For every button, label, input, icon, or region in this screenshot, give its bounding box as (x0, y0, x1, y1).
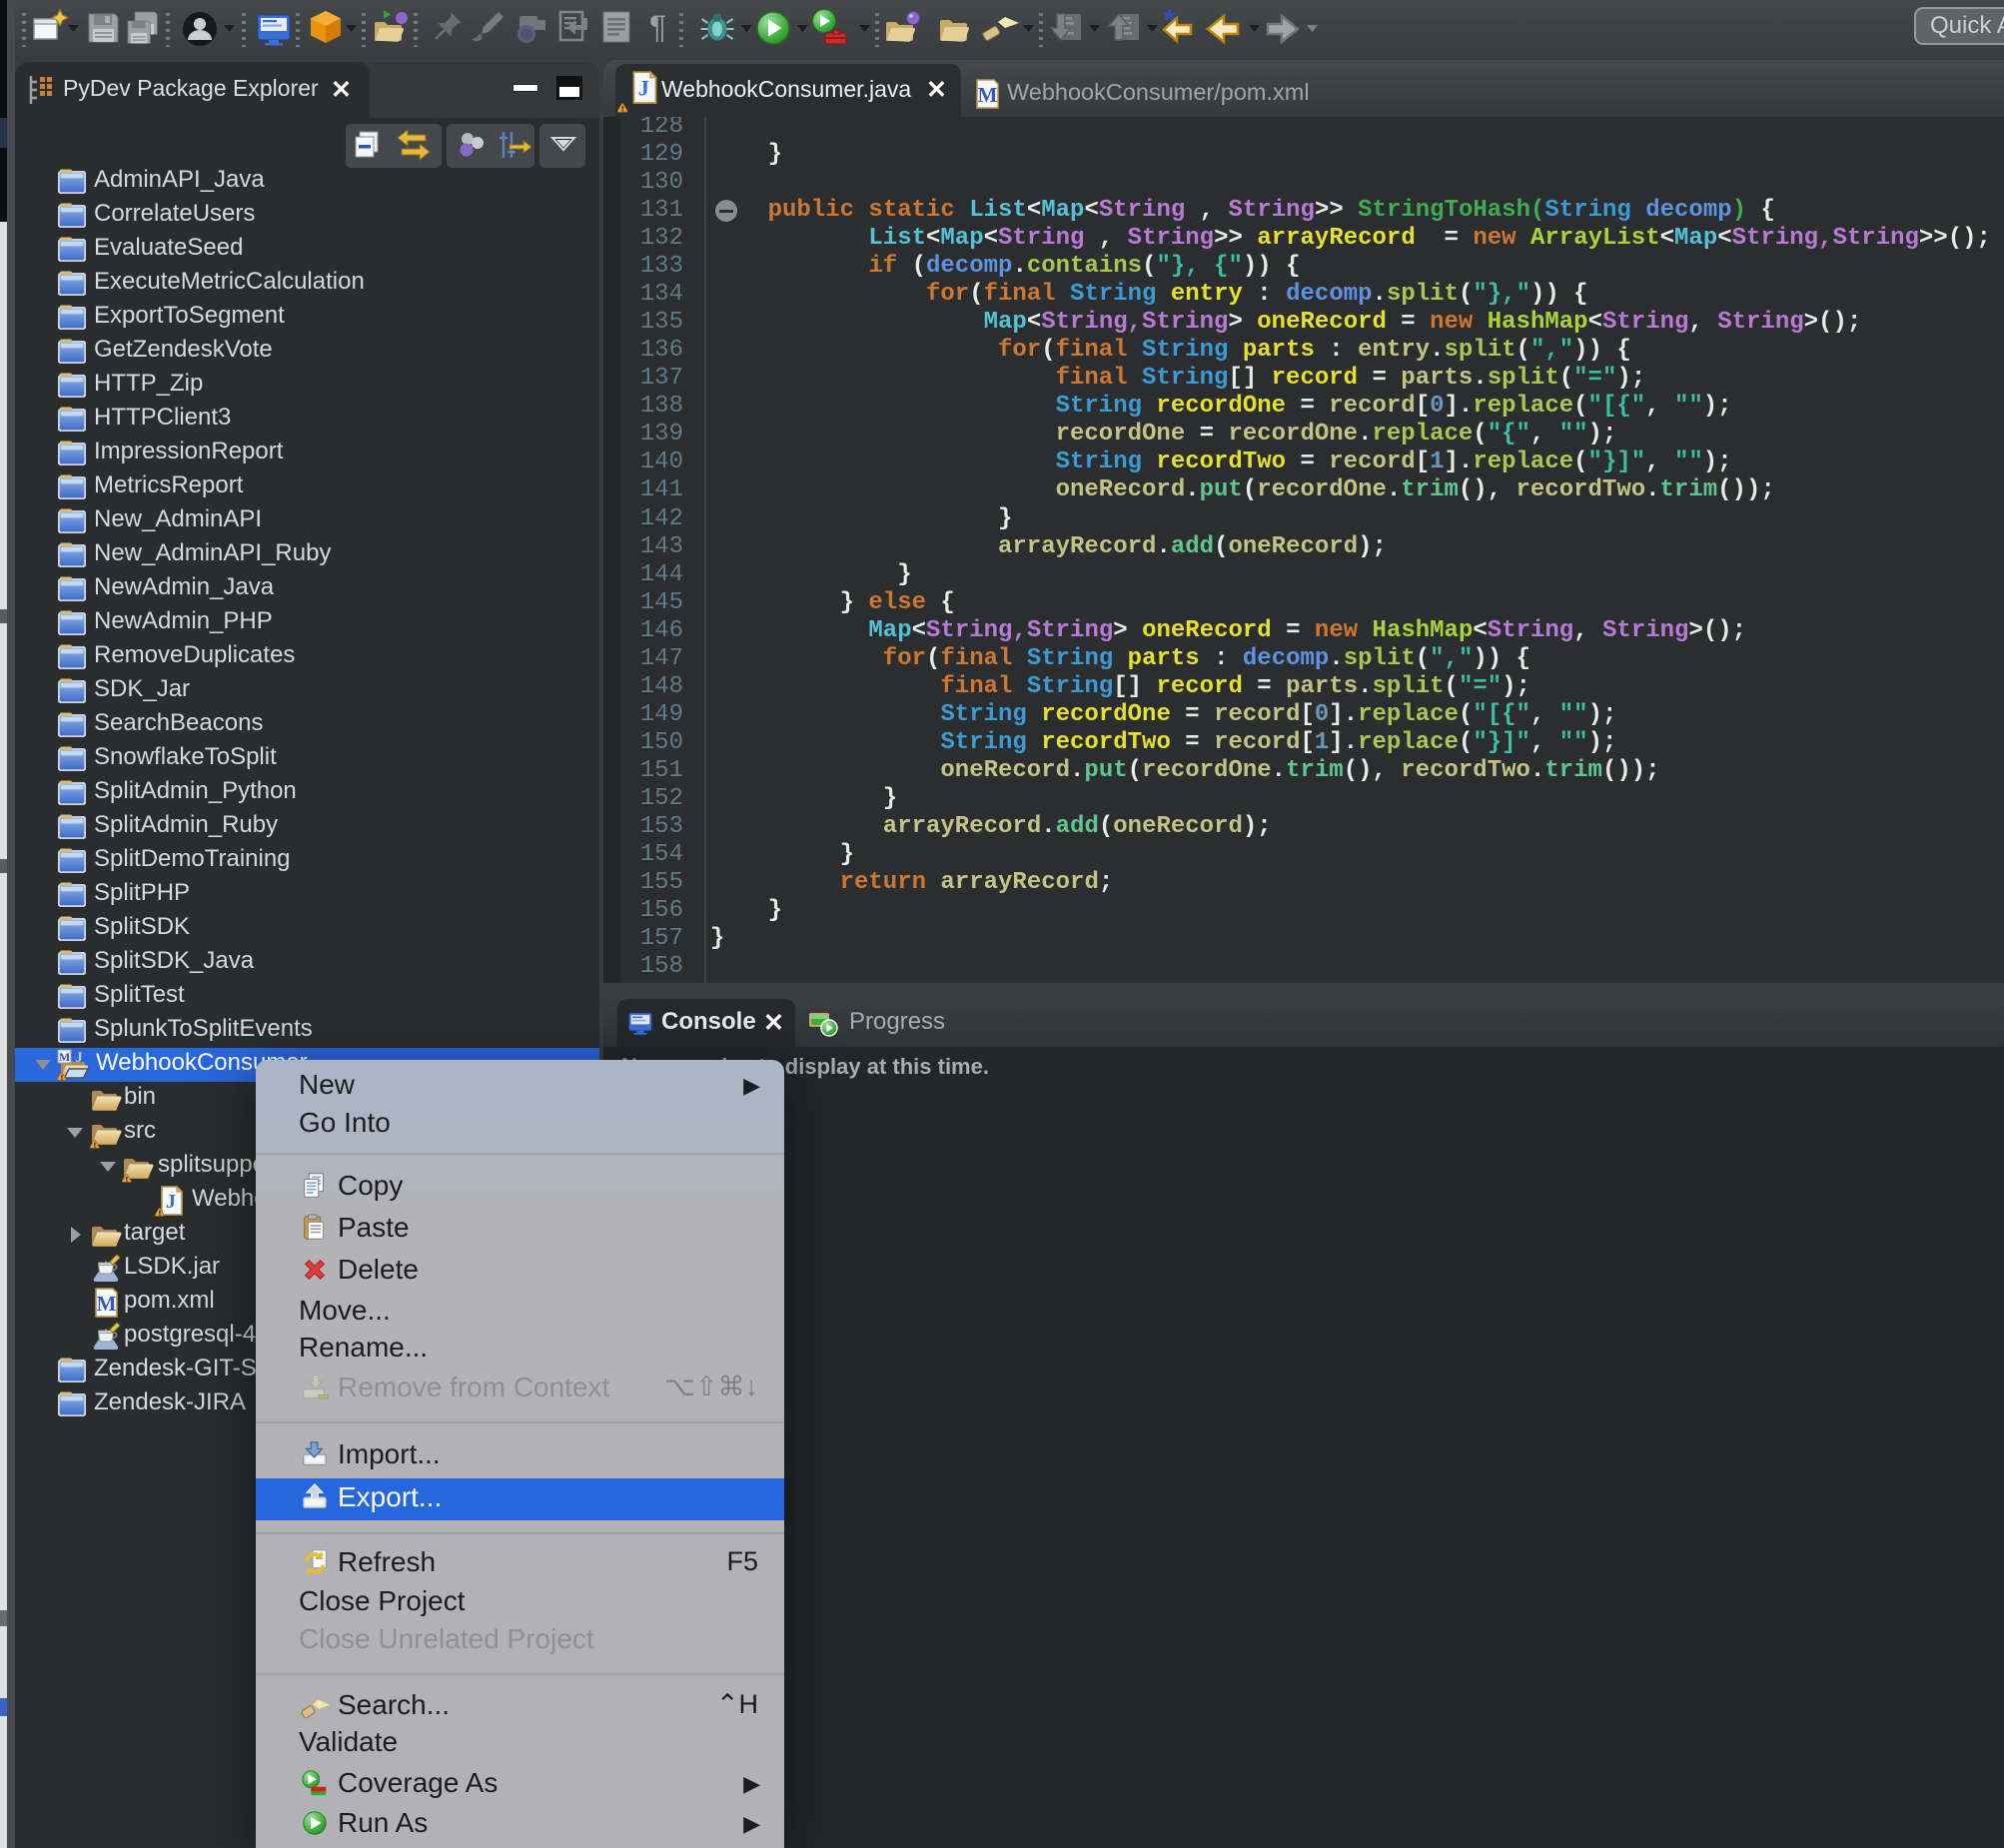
svg-text:J: J (166, 1191, 176, 1213)
svg-text:¶: ¶ (649, 9, 666, 45)
svg-text:*: * (1164, 8, 1176, 37)
svg-text:M: M (97, 1292, 117, 1316)
svg-text:M: M (59, 1050, 70, 1064)
svg-text:J: J (638, 75, 649, 100)
svg-text:J: J (75, 1050, 83, 1066)
svg-text:M: M (978, 83, 998, 107)
